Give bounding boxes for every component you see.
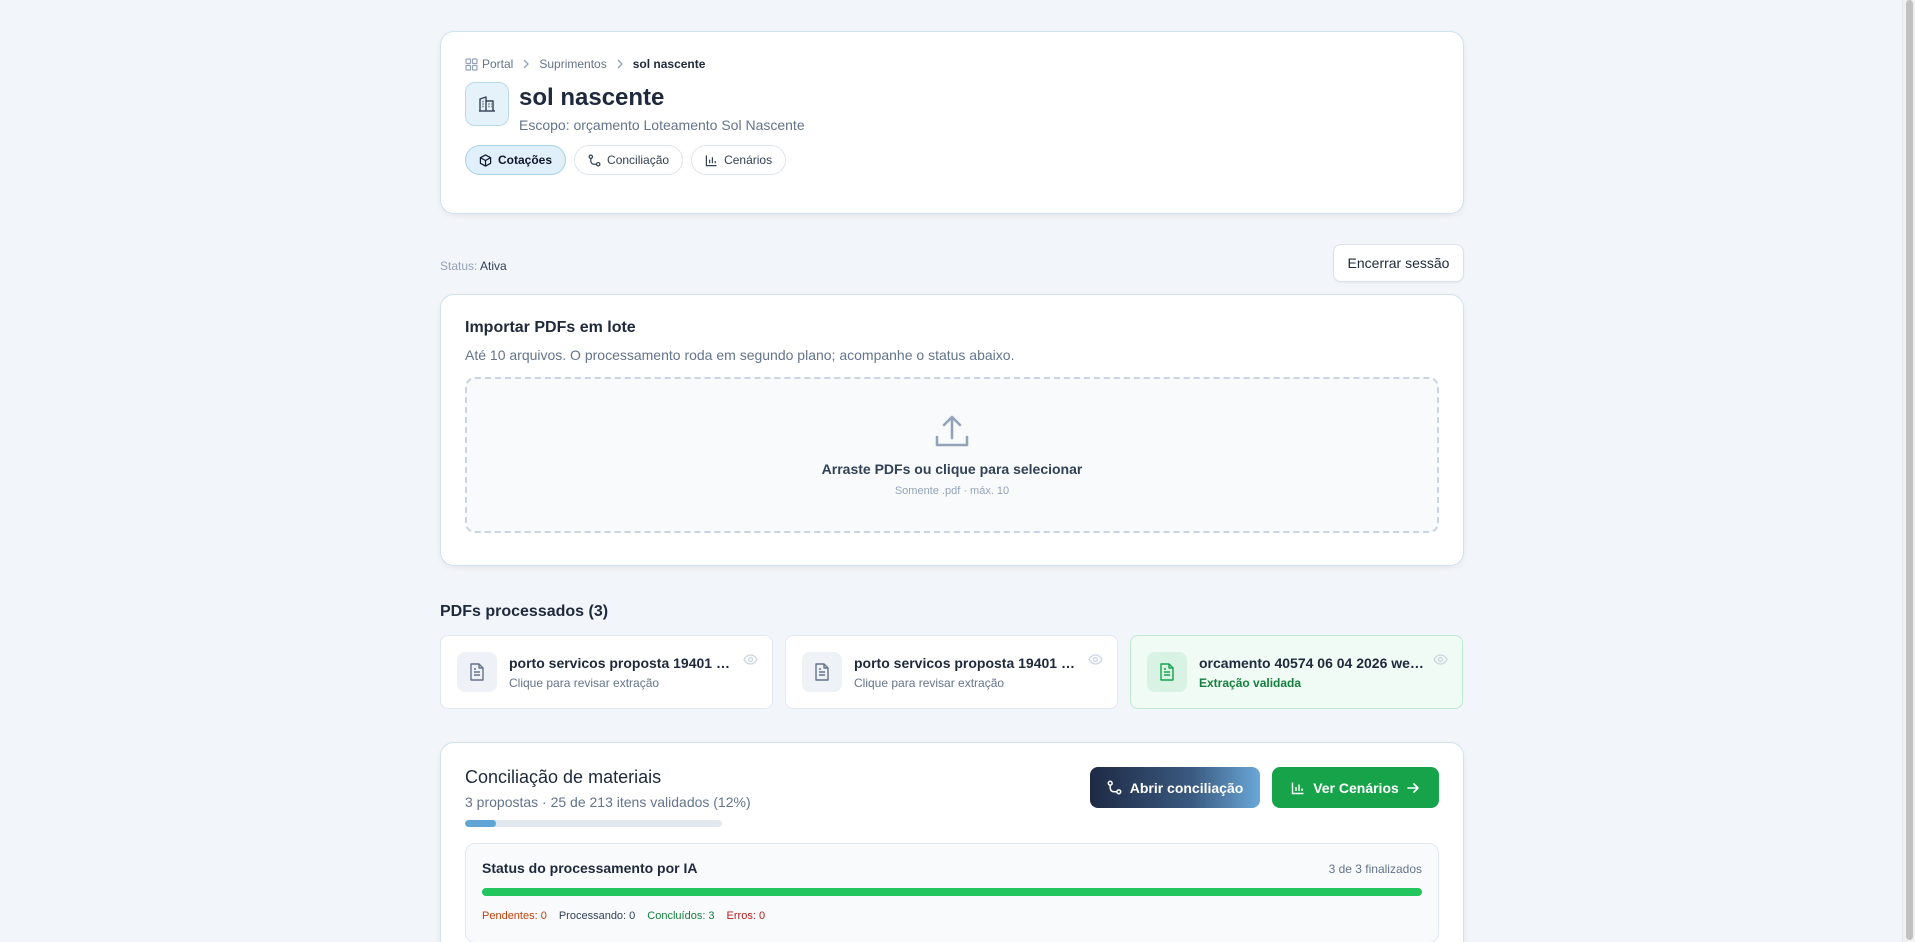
breadcrumb-section[interactable]: Suprimentos: [539, 57, 606, 71]
breadcrumb-current: sol nascente: [632, 57, 706, 71]
button-label: Ver Cenários: [1313, 779, 1399, 796]
chevron-right-icon: [616, 59, 624, 69]
tabs: Cotações Conciliação Cenários: [465, 145, 1439, 175]
processed-pdfs-title: PDFs processados (3): [440, 603, 609, 620]
stat-processing: Processando: 0: [558, 910, 636, 922]
tab-label: Conciliação: [607, 153, 670, 167]
pdf-status: Extração validada: [1199, 676, 1302, 690]
end-session-button[interactable]: Encerrar sessão: [1333, 244, 1464, 282]
pdf-dropzone[interactable]: Arraste PDFs ou clique para selecionar S…: [465, 377, 1439, 533]
breadcrumb-portal-label: Portal: [482, 57, 514, 71]
tab-cenarios[interactable]: Cenários: [691, 145, 787, 175]
merge-icon: [588, 154, 601, 166]
session-status: Status: Ativa: [440, 259, 507, 273]
processed-pdfs-list: porto servicos proposta 19401 2026 Cliqu…: [440, 635, 1464, 709]
ai-status-title: Status do processamento por IA: [482, 860, 698, 876]
page-title: sol nascente: [519, 84, 665, 111]
ai-stats: Pendentes: 0 Processando: 0 Concluídos: …: [482, 910, 1422, 922]
import-title: Importar PDFs em lote: [465, 319, 636, 336]
bar-chart-icon: [1291, 782, 1304, 794]
upload-icon: [935, 415, 969, 447]
conciliation-progress: [465, 820, 722, 827]
pdf-name: orcamento 40574 06 04 2026 webmail: [1199, 655, 1424, 671]
grid-icon: [465, 57, 478, 71]
tab-cotacoes[interactable]: Cotações: [465, 145, 567, 175]
bar-chart-icon: [705, 154, 717, 166]
scrollbar-thumb[interactable]: [1906, 0, 1913, 940]
chevron-right-icon: [522, 59, 530, 69]
view-scenarios-button[interactable]: Ver Cenários: [1272, 767, 1439, 808]
session-status-row: Status: Ativa Encerrar sessão: [440, 214, 1464, 294]
pdf-status: Clique para revisar extração: [854, 676, 1005, 690]
import-description: Até 10 arquivos. O processamento roda em…: [465, 347, 1015, 363]
ai-progress: [482, 888, 1422, 896]
tab-label: Cenários: [724, 153, 773, 167]
stat-errors: Erros: 0: [726, 910, 766, 922]
eye-icon[interactable]: [743, 654, 758, 665]
tab-conciliacao[interactable]: Conciliação: [574, 145, 684, 175]
pdf-name: porto servicos proposta 19401 2026: [854, 655, 1079, 671]
breadcrumb-portal[interactable]: Portal: [465, 57, 513, 71]
pdf-card[interactable]: porto servicos proposta 19401 2026 Cliqu…: [785, 635, 1118, 709]
pdf-card[interactable]: porto servicos proposta 19401 2026 Cliqu…: [440, 635, 773, 709]
page-scrollbar[interactable]: [1902, 0, 1915, 942]
eye-icon[interactable]: [1433, 654, 1448, 665]
breadcrumb: Portal Suprimentos sol nascente: [465, 56, 1439, 72]
header-card: Portal Suprimentos sol nascente sol nasc…: [440, 31, 1464, 214]
pdf-card[interactable]: orcamento 40574 06 04 2026 webmail Extra…: [1130, 635, 1463, 709]
arrow-right-icon: [1406, 782, 1419, 793]
file-icon: [802, 652, 842, 692]
stat-done: Concluídos: 3: [647, 910, 715, 922]
scope-text: Escopo: orçamento Loteamento Sol Nascent…: [519, 117, 805, 133]
progress-fill: [482, 888, 1422, 896]
stat-pending: Pendentes: 0: [482, 910, 547, 922]
box-icon: [479, 153, 492, 167]
status-label: Status:: [440, 259, 478, 273]
open-conciliation-button[interactable]: Abrir conciliação: [1090, 767, 1260, 808]
merge-icon: [1107, 780, 1122, 795]
title-row: sol nascente Escopo: orçamento Loteament…: [465, 82, 1439, 133]
file-icon: [457, 652, 497, 692]
main-content: Portal Suprimentos sol nascente sol nasc…: [440, 31, 1464, 942]
building-icon: [465, 82, 509, 126]
pdf-status: Clique para revisar extração: [509, 676, 660, 690]
button-label: Abrir conciliação: [1129, 779, 1244, 796]
progress-fill: [465, 820, 496, 827]
file-icon: [1147, 652, 1187, 692]
status-value: Ativa: [480, 259, 507, 273]
ai-status-count: 3 de 3 finalizados: [1328, 862, 1422, 876]
tab-label: Cotações: [498, 153, 553, 167]
ai-status-panel: Status do processamento por IA 3 de 3 fi…: [465, 843, 1439, 942]
dropzone-hint: Somente .pdf · máx. 10: [894, 485, 1010, 497]
pdf-name: porto servicos proposta 19401 2026: [509, 655, 734, 671]
import-card: Importar PDFs em lote Até 10 arquivos. O…: [440, 294, 1464, 566]
eye-icon[interactable]: [1088, 654, 1103, 665]
dropzone-title: Arraste PDFs ou clique para selecionar: [821, 461, 1083, 477]
conciliation-card: Conciliação de materiais 3 propostas · 2…: [440, 742, 1464, 942]
